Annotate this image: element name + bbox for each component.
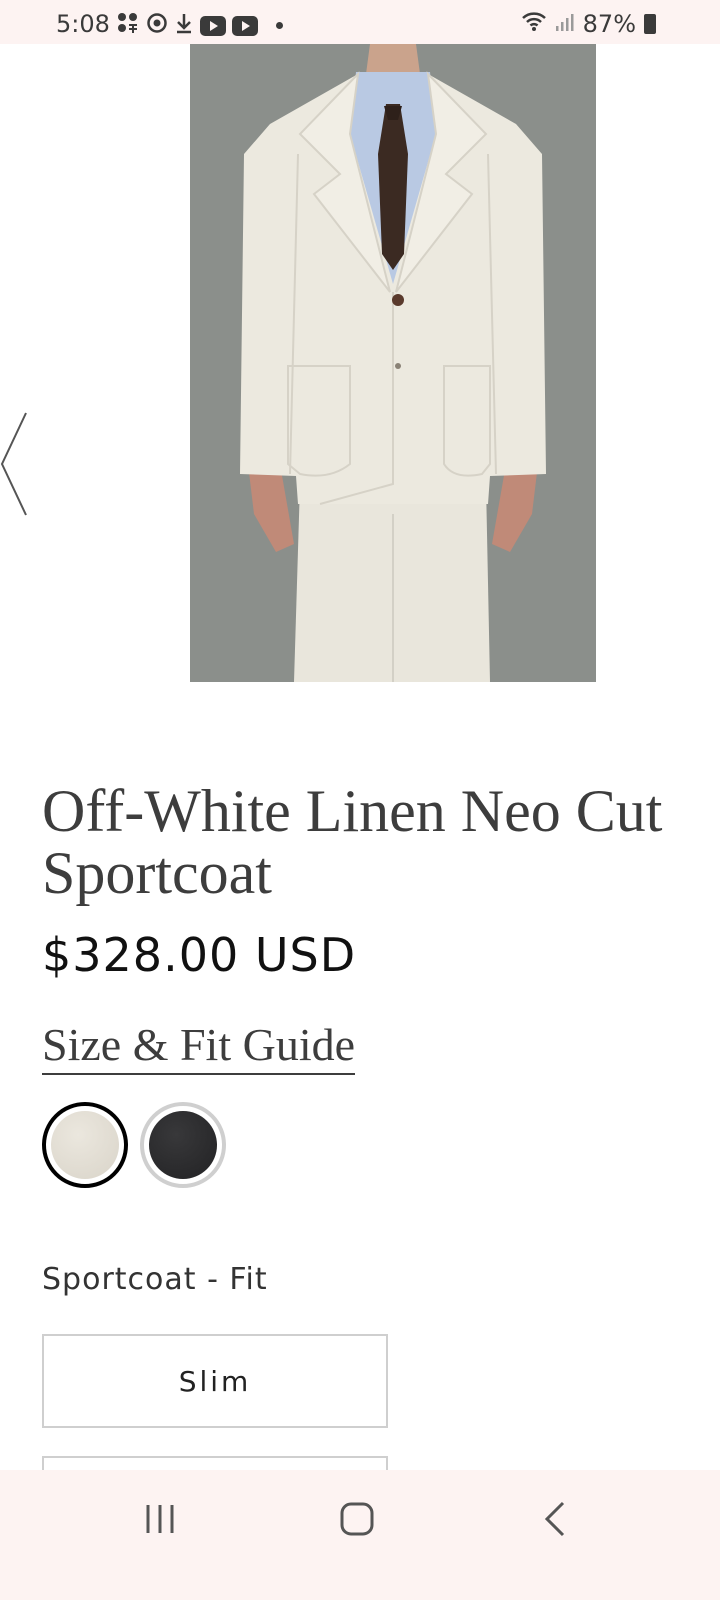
swatch-off-white-color — [51, 1111, 119, 1179]
more-notifications-icon — [276, 22, 283, 29]
system-nav-bar — [0, 1470, 720, 1600]
wifi-icon — [521, 10, 547, 38]
fit-label: Sportcoat - Fit — [42, 1262, 268, 1297]
sync-icon — [146, 12, 168, 39]
status-time: 5:08 — [56, 10, 110, 38]
battery-percent: 87% — [582, 10, 636, 38]
apps-icon — [116, 12, 140, 39]
sportcoat-photo — [190, 44, 596, 682]
product-title: Off-White Linen Neo Cut Sportcoat — [42, 778, 663, 906]
status-bar: 5:08 87% — [0, 0, 720, 44]
signal-icon — [555, 10, 575, 38]
youtube-icon — [232, 15, 258, 36]
fit-option-slim[interactable]: Slim — [42, 1334, 388, 1428]
download-icon — [174, 12, 194, 39]
back-icon — [544, 1501, 565, 1537]
recent-apps-button[interactable] — [120, 1494, 200, 1544]
chevron-left-icon — [0, 412, 27, 516]
recent-apps-icon — [146, 1505, 174, 1533]
product-image-carousel[interactable] — [0, 44, 720, 684]
product-price: $328.00 USD — [42, 928, 357, 982]
swatch-black-color — [149, 1111, 217, 1179]
product-image[interactable] — [190, 44, 596, 682]
back-button[interactable] — [515, 1494, 595, 1544]
home-button[interactable] — [317, 1494, 397, 1544]
swatch-black[interactable] — [140, 1102, 226, 1188]
notification-icons — [116, 12, 283, 39]
battery-icon — [644, 14, 656, 34]
size-fit-guide-link[interactable]: Size & Fit Guide — [42, 1018, 356, 1075]
screen: 5:08 87% Off-White Linen Neo Cut Sportco… — [0, 0, 720, 1600]
color-swatches — [42, 1102, 226, 1188]
home-icon — [340, 1502, 374, 1536]
youtube-icon — [200, 15, 226, 36]
status-right: 87% — [521, 10, 656, 38]
swatch-off-white[interactable] — [42, 1102, 128, 1188]
carousel-prev-button[interactable] — [0, 409, 30, 519]
